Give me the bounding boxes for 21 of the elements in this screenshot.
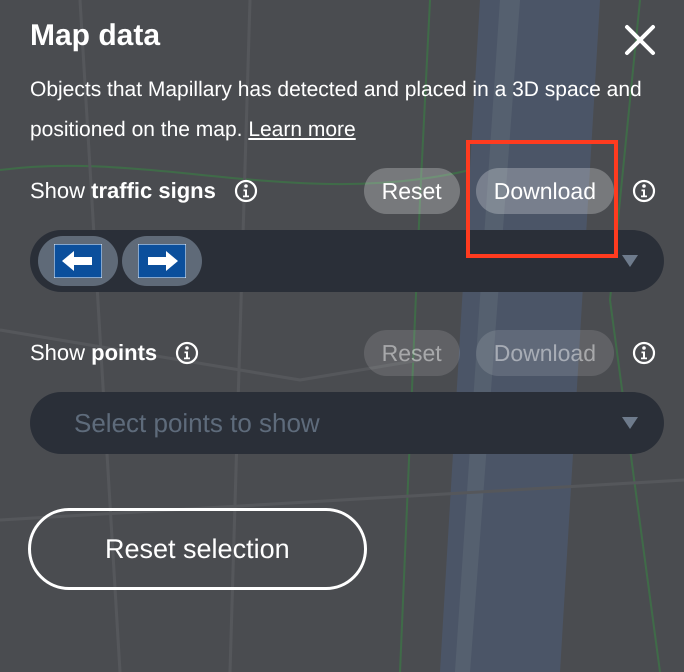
download-button[interactable]: Download <box>476 168 614 214</box>
info-icon[interactable] <box>632 179 656 203</box>
dropdown-caret-icon[interactable] <box>622 255 638 267</box>
reset-button[interactable]: Reset <box>364 168 460 214</box>
sign-chip[interactable] <box>38 236 118 286</box>
panel-title: Map data <box>30 19 160 53</box>
info-icon[interactable] <box>234 179 258 203</box>
section-label: Show traffic signs <box>30 178 216 204</box>
panel-description: Objects that Mapillary has detected and placed in a 3D space and positioned on the map. Learn more <box>30 77 643 143</box>
left-arrow-sign-icon <box>54 244 102 278</box>
info-icon[interactable] <box>632 341 656 365</box>
select-placeholder: Select points to show <box>74 408 320 438</box>
points-select[interactable]: Select points to show <box>30 392 664 454</box>
info-icon[interactable] <box>175 341 200 365</box>
dropdown-caret-icon[interactable] <box>622 417 638 429</box>
close-icon[interactable] <box>624 24 656 56</box>
section-label: Show points <box>30 340 158 366</box>
reset-selection-button[interactable]: Reset selection <box>28 508 367 590</box>
learn-more-link[interactable]: Learn more <box>248 118 356 141</box>
sign-chip[interactable] <box>122 236 202 286</box>
right-arrow-sign-icon <box>138 244 186 278</box>
